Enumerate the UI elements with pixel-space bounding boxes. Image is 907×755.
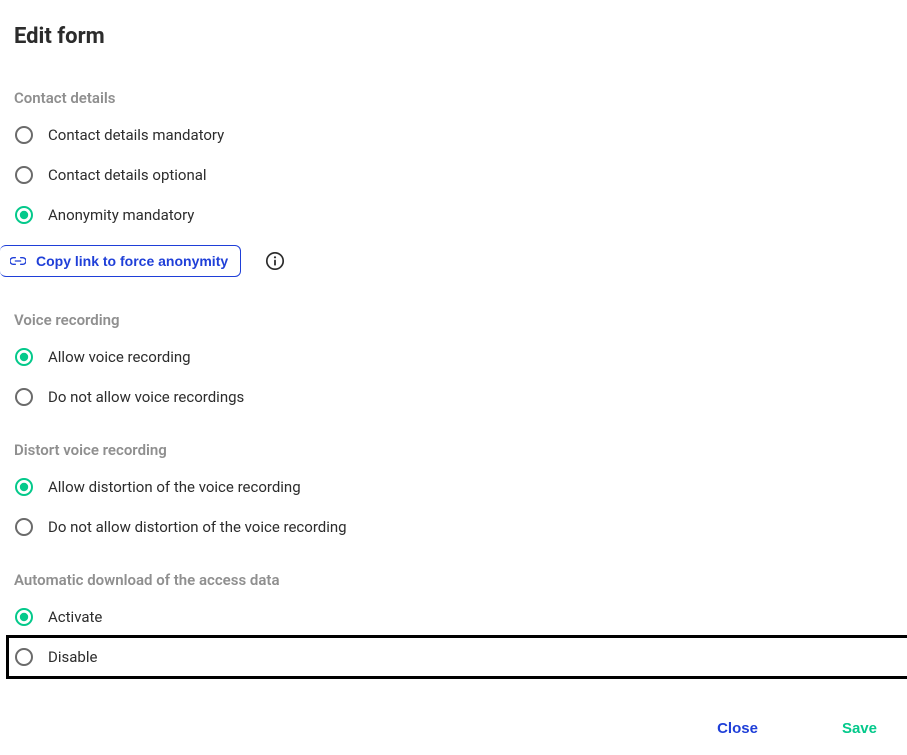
page-title: Edit form	[14, 24, 893, 49]
radio-contact-mandatory[interactable]: Contact details mandatory	[14, 125, 893, 145]
radio-icon-unselected	[14, 165, 34, 185]
radio-icon-unselected	[14, 647, 34, 667]
close-button[interactable]: Close	[717, 720, 758, 737]
radio-icon-selected	[14, 607, 34, 627]
radio-label: Do not allow distortion of the voice rec…	[48, 518, 347, 536]
radio-autodl-activate[interactable]: Activate	[14, 607, 893, 627]
section-auto-download: Automatic download of the access data Ac…	[14, 571, 893, 667]
link-icon	[10, 256, 26, 266]
radio-icon-selected	[14, 347, 34, 367]
radio-contact-optional[interactable]: Contact details optional	[14, 165, 893, 185]
radio-label: Do not allow voice recordings	[48, 388, 244, 406]
radio-label: Contact details optional	[48, 166, 207, 184]
section-voice-recording: Voice recording Allow voice recording Do…	[14, 311, 893, 407]
radio-label: Contact details mandatory	[48, 126, 224, 144]
radio-autodl-disable[interactable]: Disable	[14, 647, 893, 667]
save-button[interactable]: Save	[842, 720, 877, 737]
radio-icon-selected	[14, 205, 34, 225]
radio-icon-unselected	[14, 387, 34, 407]
radio-label: Activate	[48, 608, 102, 626]
radio-label: Anonymity mandatory	[48, 206, 194, 224]
section-contact-details: Contact details Contact details mandator…	[14, 89, 893, 277]
section-label-autodl: Automatic download of the access data	[14, 571, 893, 589]
radio-label: Disable	[48, 648, 97, 666]
radio-allow-distortion[interactable]: Allow distortion of the voice recording	[14, 477, 893, 497]
radio-label: Allow voice recording	[48, 348, 191, 366]
radio-icon-unselected	[14, 125, 34, 145]
section-distort-voice: Distort voice recording Allow distortion…	[14, 441, 893, 537]
info-icon[interactable]	[265, 251, 285, 271]
section-label-contact: Contact details	[14, 89, 893, 107]
radio-icon-unselected	[14, 517, 34, 537]
radio-icon-selected	[14, 477, 34, 497]
radio-anonymity-mandatory[interactable]: Anonymity mandatory	[14, 205, 893, 225]
section-label-distort: Distort voice recording	[14, 441, 893, 459]
radio-disallow-distortion[interactable]: Do not allow distortion of the voice rec…	[14, 517, 893, 537]
section-label-voice: Voice recording	[14, 311, 893, 329]
copy-anonymity-link-button[interactable]: Copy link to force anonymity	[0, 245, 241, 277]
radio-disallow-voice[interactable]: Do not allow voice recordings	[14, 387, 893, 407]
copy-link-label: Copy link to force anonymity	[36, 253, 228, 269]
radio-allow-voice[interactable]: Allow voice recording	[14, 347, 893, 367]
radio-label: Allow distortion of the voice recording	[48, 478, 301, 496]
footer-buttons: Close Save	[717, 720, 877, 737]
